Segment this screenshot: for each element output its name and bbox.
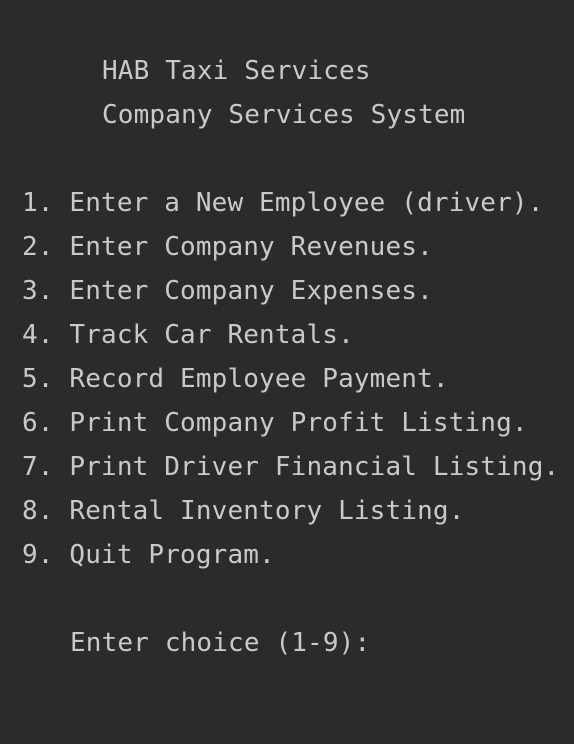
menu-item-1: 1. Enter a New Employee (driver).	[22, 188, 544, 218]
menu-item-4: 4. Track Car Rentals.	[22, 320, 354, 350]
menu-item-8: 8. Rental Inventory Listing.	[22, 496, 465, 526]
menu-item-2: 2. Enter Company Revenues.	[22, 232, 433, 262]
app-subtitle: Company Services System	[102, 100, 466, 130]
menu-item-9: 9. Quit Program.	[22, 540, 275, 570]
menu-item-5: 5. Record Employee Payment.	[22, 364, 449, 394]
prompt-label: Enter choice (1-9):	[70, 628, 371, 658]
input-caret[interactable]	[370, 630, 384, 658]
menu-item-7: 7. Print Driver Financial Listing.	[22, 452, 560, 482]
app-title: HAB Taxi Services	[102, 56, 371, 86]
console-output: HAB Taxi Services Company Services Syste…	[0, 0, 574, 744]
input-prompt[interactable]: Enter choice (1-9):	[70, 621, 384, 665]
menu-item-6: 6. Print Company Profit Listing.	[22, 408, 528, 438]
menu-item-3: 3. Enter Company Expenses.	[22, 276, 433, 306]
